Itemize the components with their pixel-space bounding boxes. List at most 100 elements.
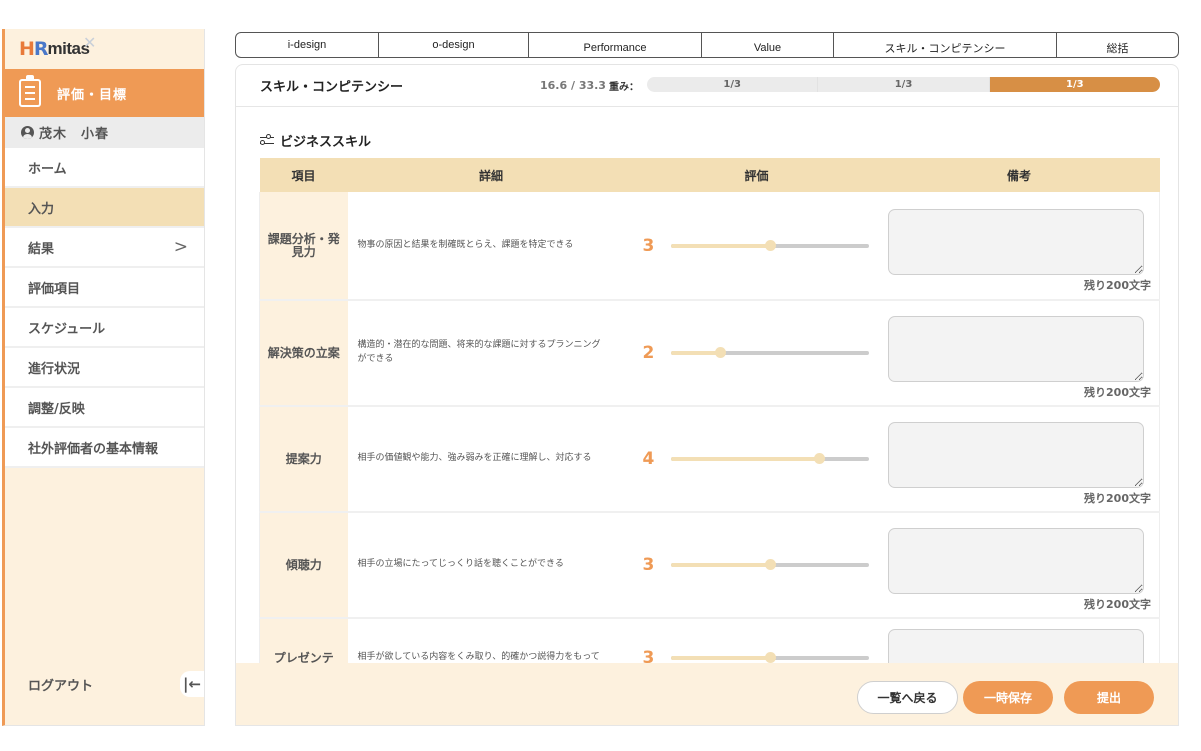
note-cell: 残り200文字: [878, 512, 1160, 619]
slider-fill: [670, 656, 770, 660]
logo-h: H: [19, 38, 35, 60]
remaining-chars: 残り200文字: [1084, 598, 1151, 611]
sidebar-item-label: 結果: [28, 241, 55, 257]
table-row: 課題分析・発見力 物事の原因と結果を制確既とらえ、課題を特定できる 3 残り200文字: [259, 192, 1160, 301]
remaining-chars: 残り200文字: [1084, 278, 1151, 292]
rating-slider[interactable]: [670, 652, 869, 663]
tab-5[interactable]: 総括: [1057, 33, 1178, 57]
tab-3[interactable]: Value: [702, 33, 834, 57]
rating-slider[interactable]: [670, 239, 869, 251]
hrmitas-logo[interactable]: HR mitas ✕: [5, 29, 204, 69]
column-header-item: 項目: [259, 158, 348, 192]
logout-row: ログアウト |←: [5, 667, 204, 701]
evaluation-table: 項目 詳細 評価 備考 課題分析・発見力 物事の原因と結果を制確既とらえ、課題を特…: [259, 158, 1160, 699]
rating-cell: 3: [634, 512, 879, 619]
item-name: 傾聴力: [259, 512, 348, 619]
table-row: 解決策の立案 構造的・潜在的な問題、将来的な課題に対するプランニングができる 2 残り…: [259, 300, 1160, 407]
sidebar-item-label: 進行状況: [28, 361, 81, 377]
sidebar-item-4[interactable]: スケジュール: [5, 308, 204, 348]
nav-header-evaluation[interactable]: 評価・目標: [5, 69, 204, 117]
sidebar-item-label: 入力: [28, 201, 55, 217]
slider-fill: [670, 243, 770, 248]
section-heading: ビジネススキル: [260, 131, 371, 150]
weight-segment: 1/3: [818, 77, 990, 92]
slider-fill: [670, 457, 819, 461]
sidebar-item-5[interactable]: 進行状況: [5, 348, 204, 388]
item-name: 提案力: [259, 406, 348, 513]
sidebar-item-6[interactable]: 調整/反映: [5, 388, 204, 428]
weight-label: 重み：: [609, 82, 639, 93]
action-footer: 一覧へ戻る 一時保存 提出: [235, 663, 1179, 726]
item-detail: 相手の立場にたってじっくり話を聴くことができる: [347, 512, 635, 619]
sidebar-item-3[interactable]: 評価項目: [5, 268, 204, 308]
logo-r: R: [33, 38, 49, 60]
remaining-chars: 残り200文字: [1084, 386, 1151, 399]
tab-2[interactable]: Performance: [529, 33, 702, 57]
remaining-chars: 残り200文字: [1084, 492, 1151, 505]
table-header-row: 項目 詳細 評価 備考: [259, 158, 1160, 192]
panel-title: スキル・コンピテンシー: [260, 80, 404, 95]
submit-button[interactable]: 提出: [1064, 681, 1154, 714]
note-textarea[interactable]: [887, 316, 1144, 382]
tab-1[interactable]: o-design: [379, 33, 529, 57]
current-user: 茂木 小春: [5, 117, 204, 148]
clipboard-icon: [19, 75, 41, 107]
chevron-right-icon: >: [173, 237, 188, 257]
user-avatar-icon: [21, 126, 34, 139]
evaluation-panel: スキル・コンピテンシー 16.6 / 33.3 重み： 1/3 1/3 1/3 ビジ…: [235, 64, 1179, 726]
slider-thumb[interactable]: [764, 559, 776, 570]
logo-x-mark-icon: ✕: [83, 33, 97, 52]
section-title: ビジネススキル: [280, 135, 372, 150]
score-readout: 16.6 / 33.3: [540, 79, 606, 92]
weight-bar: 1/3 1/3 1/3: [647, 77, 1160, 92]
slider-thumb[interactable]: [764, 652, 776, 663]
rating-value: 4: [642, 449, 655, 469]
user-name: 茂木 小春: [39, 127, 110, 142]
note-textarea[interactable]: [887, 528, 1144, 594]
slider-fill: [670, 563, 770, 567]
back-to-list-button[interactable]: 一覧へ戻る: [857, 681, 958, 714]
tab-4[interactable]: スキル・コンピテンシー: [834, 33, 1057, 57]
note-cell: 残り200文字: [878, 192, 1160, 301]
slider-thumb[interactable]: [715, 347, 726, 358]
note-cell: 残り200文字: [878, 406, 1160, 513]
sidebar-item-0[interactable]: ホーム: [5, 148, 204, 188]
note-textarea[interactable]: [887, 422, 1144, 488]
column-header-rating: 評価: [634, 158, 879, 192]
weight-segment: 1/3: [647, 77, 819, 92]
rating-slider[interactable]: [670, 453, 869, 464]
column-header-note: 備考: [878, 158, 1160, 192]
collapse-sidebar-icon[interactable]: |←: [180, 671, 204, 697]
slider-thumb[interactable]: [764, 239, 776, 251]
item-name: 解決策の立案: [259, 300, 348, 407]
sidebar: HR mitas ✕ 評価・目標 茂木 小春 ホーム入力結果 > 評価項目スケジュー…: [2, 29, 205, 726]
rating-value: 2: [642, 343, 655, 363]
rating-cell: 3: [634, 192, 879, 301]
save-draft-button[interactable]: 一時保存: [963, 681, 1053, 714]
rating-value: 3: [642, 235, 655, 256]
sidebar-item-1[interactable]: 入力: [5, 188, 204, 228]
weight-segment: 1/3: [989, 77, 1160, 92]
sidebar-item-label: ホーム: [28, 161, 67, 177]
item-detail: 物事の原因と結果を制確既とらえ、課題を特定できる: [347, 192, 635, 301]
rating-cell: 4: [634, 406, 879, 513]
note-cell: 残り200文字: [878, 300, 1160, 407]
logout-link[interactable]: ログアウト: [28, 675, 93, 694]
category-tabs: i-design o-design Performance Value スキル・コンピテ…: [235, 32, 1179, 58]
sidebar-item-label: 評価項目: [28, 281, 81, 297]
table-row: 提案力 相手の価値観や能力、強み弱みを正確に理解し、対応する 4 残り200文字: [259, 406, 1160, 513]
item-detail: 相手の価値観や能力、強み弱みを正確に理解し、対応する: [347, 406, 635, 513]
rating-cell: 2: [634, 300, 879, 407]
item-detail: 構造的・潜在的な問題、将来的な課題に対するプランニングができる: [347, 300, 635, 407]
tab-0[interactable]: i-design: [236, 33, 379, 57]
sidebar-item-7[interactable]: 社外評価者の基本情報: [5, 428, 204, 468]
rating-slider[interactable]: [670, 347, 869, 358]
sidebar-nav: ホーム入力結果 > 評価項目スケジュール 進行状況調整/反映 社外評価者の基本情報: [5, 148, 204, 468]
slider-fill: [670, 351, 720, 355]
slider-thumb[interactable]: [814, 453, 825, 464]
sidebar-item-label: スケジュール: [28, 321, 106, 337]
sidebar-item-2[interactable]: 結果 >: [5, 228, 204, 268]
rating-slider[interactable]: [670, 559, 869, 570]
note-textarea[interactable]: [887, 208, 1144, 275]
column-header-detail: 詳細: [347, 158, 635, 192]
